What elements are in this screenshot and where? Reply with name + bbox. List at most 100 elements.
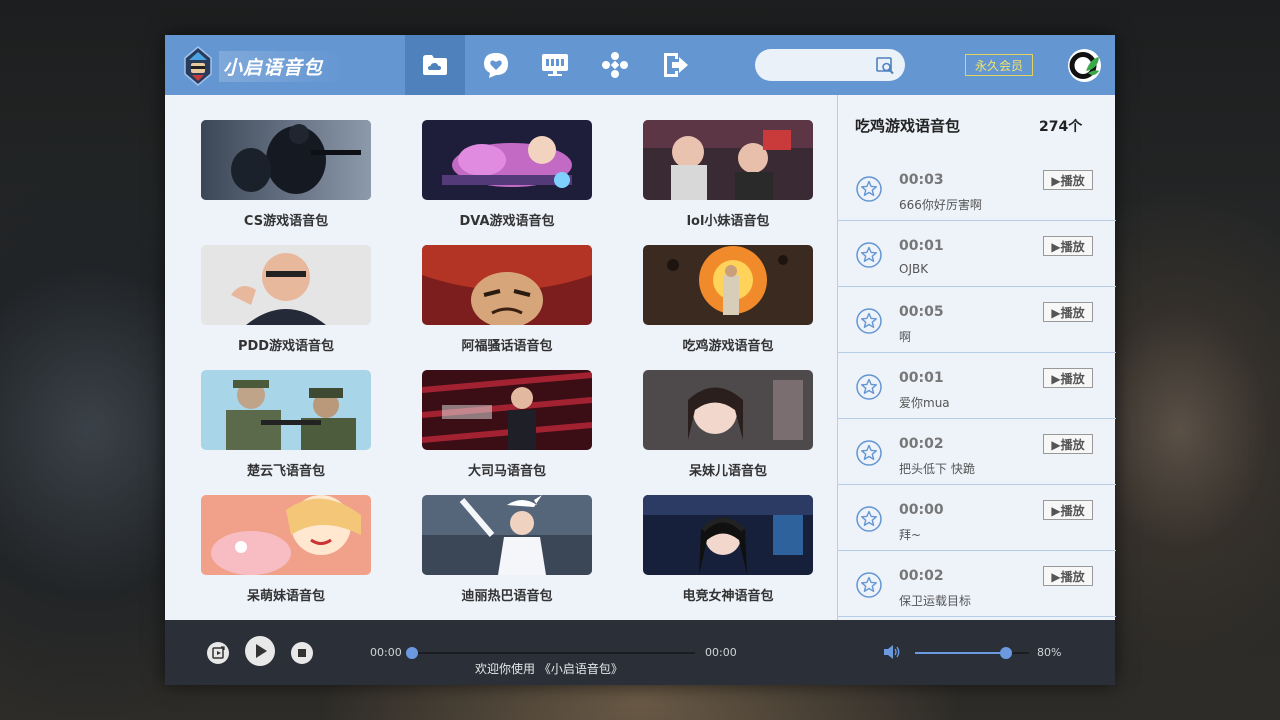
clip-name: 把头低下 快跪 [899, 462, 975, 476]
voice-pack-thumbnail[interactable] [643, 120, 813, 200]
play-button[interactable] [245, 636, 275, 666]
clip-name: 保卫运载目标 [899, 594, 972, 608]
clip-name: 拜~ [899, 528, 922, 542]
clip-duration: 00:01 [899, 370, 944, 386]
voice-pack-thumbnail[interactable] [201, 245, 371, 325]
heart-chat-icon [484, 53, 508, 78]
volume-handle[interactable] [1000, 647, 1013, 659]
favorite-star-icon[interactable] [856, 440, 882, 466]
nav-exit[interactable] [645, 35, 705, 95]
vip-badge[interactable]: 永久会员 [965, 54, 1033, 76]
clip-play-button[interactable]: ▶播放 [1043, 170, 1093, 190]
voice-pack-thumbnail[interactable] [201, 370, 371, 450]
clip-row: 00:01 OJBK ▶播放 [838, 221, 1116, 287]
voice-pack-label[interactable]: 呆妹儿语音包 [643, 460, 813, 479]
voice-pack-card[interactable]: 迪丽热巴语音包 [422, 495, 592, 604]
voice-pack-label[interactable]: 呆萌妹语音包 [201, 585, 371, 604]
clip-duration: 00:00 [899, 502, 944, 518]
clip-play-button[interactable]: ▶播放 [1043, 302, 1093, 322]
voice-pack-label[interactable]: 迪丽热巴语音包 [422, 585, 592, 604]
voice-pack-card[interactable]: DVA游戏语音包 [422, 120, 592, 229]
player-bar: 00:00 00:00 欢迎你使用 《小启语音包》 80% [165, 620, 1115, 685]
voice-pack-thumbnail[interactable] [422, 245, 592, 325]
voice-pack-thumbnail[interactable] [643, 370, 813, 450]
favorite-star-icon[interactable] [856, 308, 882, 334]
clip-duration: 00:02 [899, 436, 944, 452]
voice-pack-label[interactable]: PDD游戏语音包 [201, 335, 371, 354]
clip-name: OJBK [899, 262, 929, 276]
search-input[interactable] [767, 55, 871, 77]
favorite-star-icon[interactable] [856, 572, 882, 598]
voice-pack-thumbnail[interactable] [422, 495, 592, 575]
voice-pack-label[interactable]: lol小妹语音包 [643, 210, 813, 229]
clip-name: 666你好厉害啊 [899, 198, 982, 212]
current-time: 00:00 [370, 646, 402, 659]
voice-pack-label[interactable]: 楚云飞语音包 [201, 460, 371, 479]
volume-icon[interactable] [882, 643, 902, 661]
favorite-star-icon[interactable] [856, 506, 882, 532]
clip-name: 啊 [899, 330, 912, 344]
voice-pack-card[interactable]: lol小妹语音包 [643, 120, 813, 229]
clip-play-button[interactable]: ▶播放 [1043, 434, 1093, 454]
clip-row: 00:02 保卫运载目标 ▶播放 [838, 551, 1116, 617]
progress-handle[interactable] [406, 647, 418, 659]
voice-pack-label[interactable]: CS游戏语音包 [201, 210, 371, 229]
voice-pack-label[interactable]: 电竞女神语音包 [643, 585, 813, 604]
cloud-folder-icon [423, 55, 447, 75]
clip-duration: 00:05 [899, 304, 944, 320]
voice-pack-thumbnail[interactable] [201, 495, 371, 575]
play-icon [256, 644, 267, 658]
favorite-star-icon[interactable] [856, 242, 882, 268]
clip-count: 274个 [1039, 119, 1083, 135]
progress-slider[interactable] [406, 647, 695, 659]
clip-play-button[interactable]: ▶播放 [1043, 368, 1093, 388]
clip-play-button[interactable]: ▶播放 [1043, 566, 1093, 586]
favorite-star-icon[interactable] [856, 374, 882, 400]
favorite-star-icon[interactable] [856, 176, 882, 202]
avatar-icon [1068, 49, 1101, 82]
nav-games[interactable] [585, 35, 645, 95]
app-logo: 小启语音包 [181, 45, 361, 87]
app-title: 小启语音包 [219, 50, 346, 82]
clip-duration: 00:02 [899, 568, 944, 584]
nav-voice-library[interactable] [405, 35, 465, 95]
voice-pack-label[interactable]: 阿福骚话语音包 [422, 335, 592, 354]
pack-title: 吃鸡游戏语音包 [855, 117, 961, 135]
play-mode-icon [212, 646, 225, 659]
volume-slider[interactable] [915, 647, 1029, 659]
voice-pack-card[interactable]: 电竞女神语音包 [643, 495, 813, 604]
voice-pack-label[interactable]: 吃鸡游戏语音包 [643, 335, 813, 354]
voice-pack-card[interactable]: 吃鸡游戏语音包 [643, 245, 813, 354]
clip-duration: 00:01 [899, 238, 944, 254]
clip-play-button[interactable]: ▶播放 [1043, 236, 1093, 256]
voice-pack-card[interactable]: 大司马语音包 [422, 370, 592, 479]
search-icon[interactable] [876, 56, 895, 75]
play-mode-button[interactable] [207, 642, 229, 664]
clip-row: 00:05 啊 ▶播放 [838, 287, 1116, 353]
voice-pack-thumbnail[interactable] [422, 370, 592, 450]
voice-pack-thumbnail[interactable] [643, 495, 813, 575]
total-time: 00:00 [705, 646, 737, 659]
voice-pack-card[interactable]: 阿福骚话语音包 [422, 245, 592, 354]
voice-pack-card[interactable]: 呆萌妹语音包 [201, 495, 371, 604]
voice-pack-card[interactable]: 楚云飞语音包 [201, 370, 371, 479]
voice-pack-label[interactable]: DVA游戏语音包 [422, 210, 592, 229]
nav-screen[interactable] [525, 35, 585, 95]
nav-favorites[interactable] [466, 35, 526, 95]
welcome-message: 欢迎你使用 《小启语音包》 [475, 662, 623, 676]
clip-play-button[interactable]: ▶播放 [1043, 500, 1093, 520]
voice-pack-thumbnail[interactable] [422, 120, 592, 200]
voice-pack-card[interactable]: CS游戏语音包 [201, 120, 371, 229]
voice-pack-thumbnail[interactable] [643, 245, 813, 325]
clip-row: 00:00 拜~ ▶播放 [838, 485, 1116, 551]
voice-pack-grid: CS游戏语音包 DVA游戏语音包 lol小妹语音包 PDD游戏语音包 阿福骚话语音包 吃鸡… [165, 95, 837, 620]
voice-pack-card[interactable]: 呆妹儿语音包 [643, 370, 813, 479]
user-avatar[interactable] [1068, 49, 1101, 82]
stop-button[interactable] [291, 642, 313, 664]
voice-pack-thumbnail[interactable] [201, 120, 371, 200]
volume-fill [915, 652, 1007, 654]
voice-pack-label[interactable]: 大司马语音包 [422, 460, 592, 479]
app-window: 小启语音包 永久会员 CS游戏语音包 DVA游戏语音包 lol小妹语音包 PDD… [165, 35, 1116, 685]
search-box[interactable] [755, 49, 905, 81]
voice-pack-card[interactable]: PDD游戏语音包 [201, 245, 371, 354]
